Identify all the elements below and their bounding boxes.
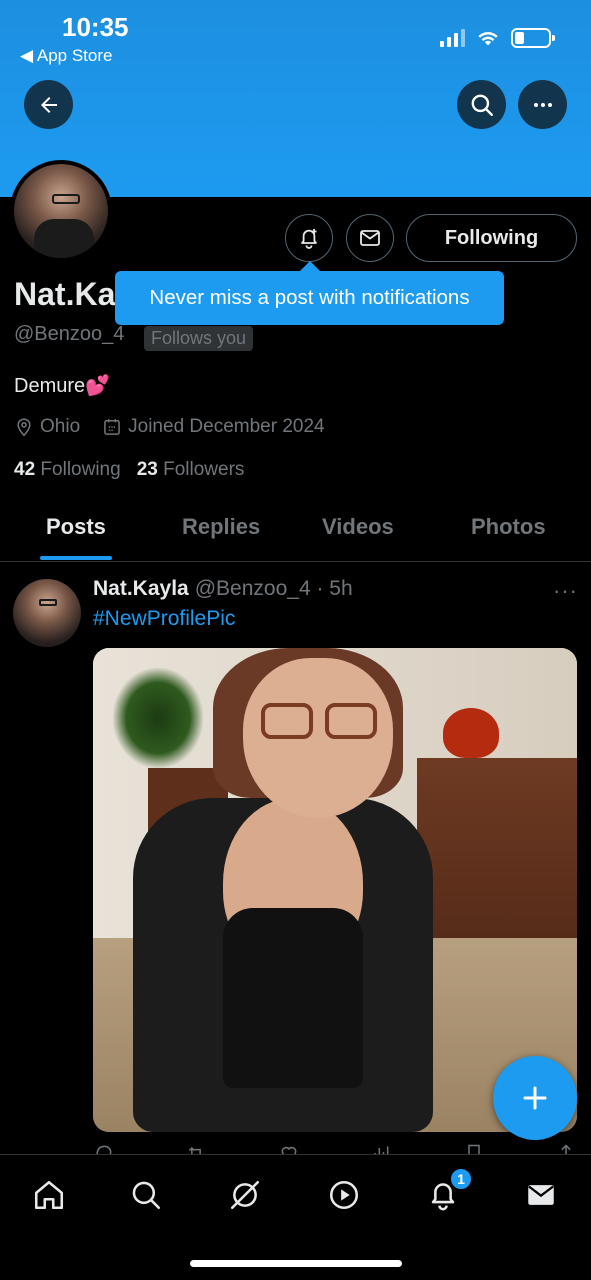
location-item: Ohio [14, 416, 80, 438]
profile-display-name: Nat.Ka [14, 276, 116, 312]
nav-grok[interactable] [225, 1175, 265, 1215]
battery-icon [511, 28, 555, 48]
tab-replies[interactable]: Replies [182, 514, 260, 540]
cellular-signal-icon [440, 29, 465, 47]
post-more-button[interactable]: ··· [553, 578, 578, 604]
post-author-name[interactable]: Nat.Kayla [93, 577, 189, 601]
post-image[interactable] [93, 648, 577, 1132]
home-icon [34, 1180, 64, 1210]
envelope-icon [360, 230, 380, 246]
more-options-button[interactable] [518, 80, 567, 129]
joined-text: Joined December 2024 [128, 416, 325, 437]
notification-badge: 1 [449, 1167, 473, 1191]
post-header: Nat.Kayla @Benzoo_4 · 5h [93, 577, 353, 601]
status-icons [440, 28, 555, 48]
back-button[interactable] [24, 80, 73, 129]
compose-post-button[interactable] [493, 1056, 577, 1140]
notifications-tooltip[interactable]: Never miss a post with notifications [115, 261, 504, 325]
following-button[interactable]: Following [406, 214, 577, 262]
tab-posts[interactable]: Posts [46, 514, 106, 540]
messages-icon [528, 1185, 554, 1205]
arrow-left-icon [40, 96, 57, 113]
profile-tabs: Posts Replies Videos Photos [0, 500, 591, 562]
home-indicator[interactable] [190, 1260, 402, 1267]
video-icon [329, 1180, 359, 1210]
post-hashtag[interactable]: #NewProfilePic [93, 607, 235, 631]
tab-photos[interactable]: Photos [471, 514, 546, 540]
profile-meta: Ohio Joined December 2024 [14, 416, 325, 438]
nav-messages[interactable] [521, 1175, 561, 1215]
more-horizontal-icon [533, 102, 552, 107]
bell-plus-icon [301, 229, 317, 249]
search-icon [132, 1181, 161, 1210]
nav-video[interactable] [324, 1175, 364, 1215]
search-icon [471, 94, 493, 116]
back-to-app-store-link[interactable]: ◀ App Store [20, 46, 112, 66]
profile-avatar[interactable] [10, 160, 112, 262]
location-text: Ohio [40, 416, 81, 437]
wifi-icon [478, 32, 498, 46]
grok-icon [230, 1180, 260, 1210]
profile-bio: Demure💕 [14, 375, 111, 397]
post-author-meta: @Benzoo_4 · 5h [194, 577, 353, 600]
notifications-toggle-button[interactable] [285, 214, 333, 262]
tab-videos[interactable]: Videos [322, 514, 394, 540]
status-time: 10:35 [62, 12, 129, 42]
follow-counts: 42 Following 23 Followers [14, 459, 244, 481]
follows-you-badge: Follows you [144, 326, 254, 351]
nav-home[interactable] [29, 1175, 69, 1215]
following-count-link[interactable]: 42 Following [14, 459, 121, 481]
search-button[interactable] [457, 80, 506, 129]
joined-item: Joined December 2024 [102, 416, 325, 438]
message-button[interactable] [346, 214, 394, 262]
location-pin-icon [17, 418, 31, 437]
calendar-icon [104, 419, 120, 435]
post-author-avatar[interactable] [13, 579, 81, 647]
profile-handle: @Benzoo_4 [14, 323, 125, 345]
followers-count-link[interactable]: 23 Followers [137, 459, 245, 481]
nav-search[interactable] [126, 1175, 166, 1215]
plus-icon [523, 1086, 547, 1110]
active-tab-indicator [40, 556, 112, 560]
